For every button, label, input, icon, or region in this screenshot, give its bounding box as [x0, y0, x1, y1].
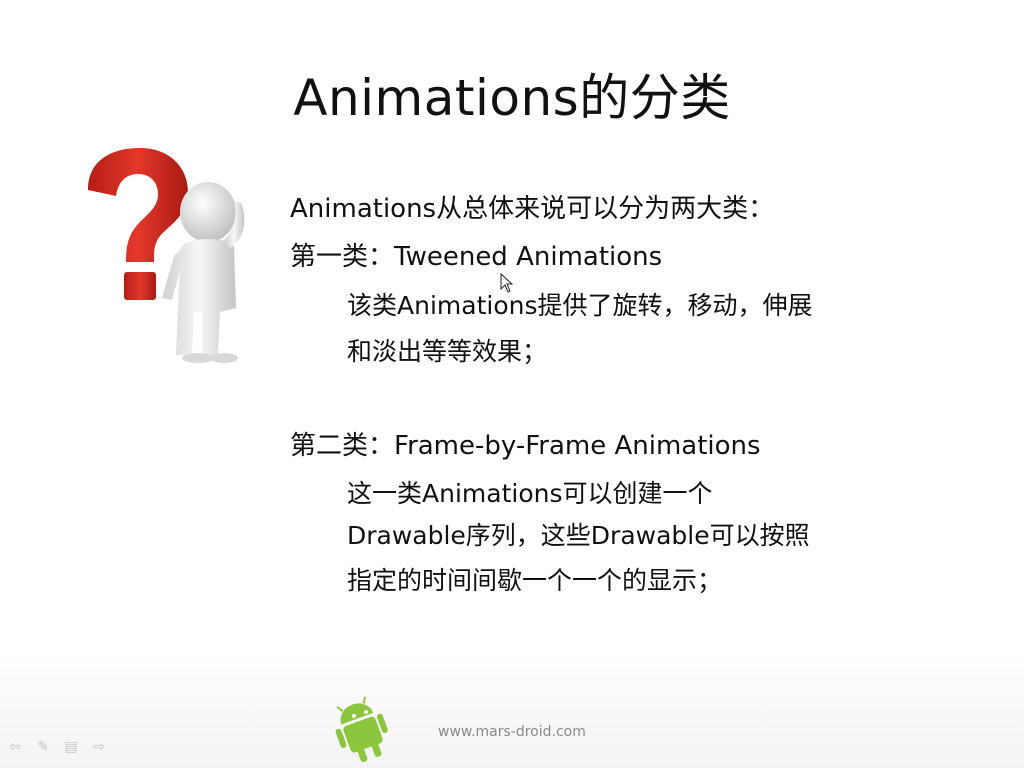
pen-icon[interactable]: ✎ [34, 740, 52, 754]
frame-desc-line1: 这一类Animations可以创建一个 [347, 479, 713, 508]
thinking-person-illustration [88, 148, 245, 363]
arrow-right-icon[interactable]: ⇨ [90, 740, 108, 754]
android-robot-icon [335, 696, 388, 762]
frame-heading: 第二类：Frame-by-Frame Animations [290, 431, 761, 461]
mouse-cursor-icon [500, 273, 514, 293]
arrow-left-icon[interactable]: ⇦ [6, 740, 24, 754]
presentation-slide: Animations的分类 Animations从总体来说可以分为两大类： 第一… [0, 0, 1024, 768]
menu-icon[interactable]: ▤ [62, 740, 80, 754]
slideshow-nav: ⇦ ✎ ▤ ⇨ [6, 740, 108, 754]
tweened-desc-line2: 和淡出等等效果； [347, 337, 548, 366]
slide-title: Animations的分类 [293, 69, 731, 127]
frame-desc-line2: Drawable序列，这些Drawable可以按照 [347, 521, 810, 550]
intro-text: Animations从总体来说可以分为两大类： [290, 194, 775, 224]
site-url: www.mars-droid.com [438, 724, 586, 740]
frame-desc-line3: 指定的时间间歇一个一个的显示； [347, 566, 723, 595]
tweened-heading: 第一类：Tweened Animations [290, 242, 663, 272]
tweened-desc-line1: 该类Animations提供了旋转，移动，伸展 [347, 291, 813, 320]
